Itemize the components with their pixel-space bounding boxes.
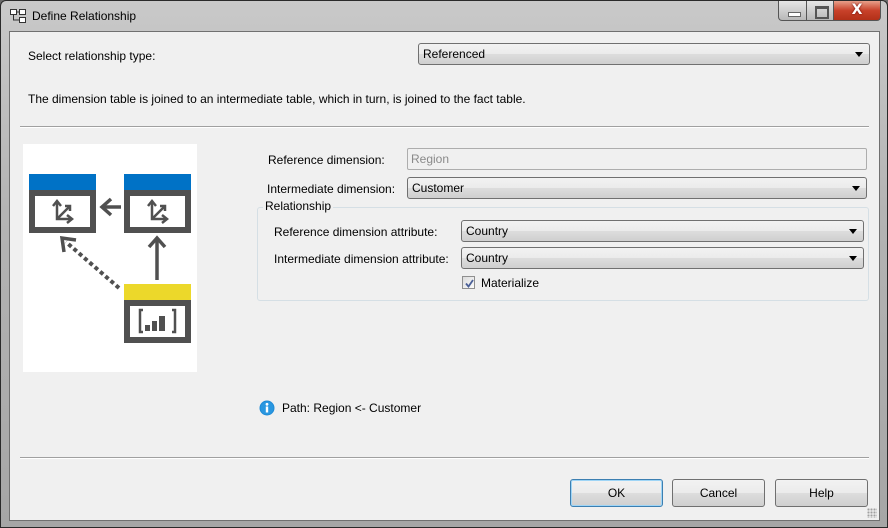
intermediate-attribute-label: Intermediate dimension attribute: (274, 252, 449, 266)
help-button[interactable]: Help (775, 479, 868, 507)
close-button[interactable]: X (834, 1, 881, 21)
close-icon: X (851, 2, 863, 18)
cancel-button[interactable]: Cancel (672, 479, 765, 507)
relationship-type-value: Referenced (423, 47, 486, 61)
chevron-down-icon (849, 256, 857, 261)
relationship-description: The dimension table is joined to an inte… (28, 92, 526, 106)
reference-dimension-icon (29, 174, 96, 233)
chevron-down-icon (855, 52, 863, 57)
minimize-button[interactable] (778, 1, 807, 21)
window-title: Define Relationship (32, 9, 137, 23)
resize-grip-icon[interactable] (867, 508, 877, 518)
chevron-down-icon (852, 186, 860, 191)
relationship-type-select[interactable]: Referenced (418, 43, 870, 65)
materialize-label[interactable]: Materialize (481, 276, 539, 290)
intermediate-dimension-select[interactable]: Customer (407, 177, 867, 199)
intermediate-dimension-icon (124, 174, 191, 233)
dialog-client-area: Select relationship type: Referenced The… (9, 31, 880, 521)
arrow-left-icon (99, 197, 121, 217)
reference-dimension-label: Reference dimension: (268, 153, 385, 167)
maximize-button[interactable] (807, 1, 834, 21)
reference-attribute-value: Country (466, 224, 509, 238)
intermediate-attribute-value: Country (466, 251, 509, 265)
reference-attribute-select[interactable]: Country (461, 220, 864, 242)
relationship-group-title: Relationship (263, 199, 334, 213)
diagram-graphic (29, 174, 191, 343)
bottom-separator (20, 457, 869, 459)
intermediate-dimension-label: Intermediate dimension: (267, 182, 396, 196)
info-icon (259, 400, 275, 416)
intermediate-attribute-select[interactable]: Country (461, 247, 864, 269)
reference-dimension-field: Region (407, 148, 867, 170)
path-info-text: Path: Region <- Customer (282, 401, 422, 415)
dotted-arrow-icon (59, 235, 121, 290)
ok-button[interactable]: OK (570, 479, 663, 507)
title-bar[interactable]: Define Relationship X (1, 1, 887, 31)
fact-table-icon (124, 284, 191, 343)
dialog-window: Define Relationship X Select relationshi… (0, 0, 888, 528)
relationship-diagram (23, 144, 197, 372)
intermediate-dimension-value: Customer (412, 181, 465, 195)
arrow-up-icon (147, 235, 167, 280)
reference-attribute-label: Reference dimension attribute: (274, 225, 438, 239)
checkmark-icon (465, 279, 474, 288)
relationship-type-label: Select relationship type: (28, 49, 156, 63)
chevron-down-icon (849, 229, 857, 234)
top-separator (20, 126, 869, 128)
materialize-checkbox[interactable] (462, 276, 475, 289)
relationship-tree-icon (10, 9, 26, 23)
